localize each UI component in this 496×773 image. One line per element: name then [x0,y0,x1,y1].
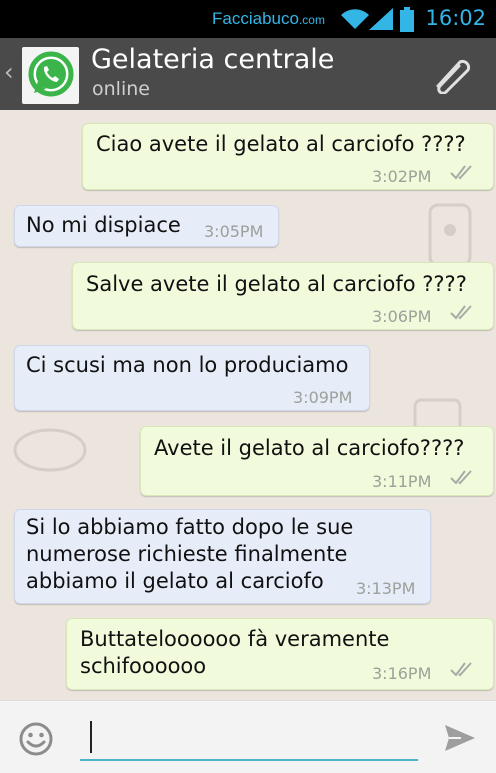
paperclip-icon[interactable] [430,54,474,94]
message-text-line: abbiamo il gelato al carciofo [26,569,324,593]
message-text: Ci scusi ma non lo produciamo [26,353,349,377]
whatsapp-logo-icon [28,51,74,97]
chat-screen: Facciabuco.com 16:02 ‹ Gelateria central… [0,0,496,773]
message-time: 3:13PM [356,579,416,598]
message-bubble-outgoing[interactable]: Avete il gelato al carciofo???? 3:11PM [140,426,494,496]
double-check-icon [450,165,472,180]
contact-name[interactable]: Gelateria centrale [91,44,334,75]
message-time: 3:02PM [372,167,432,186]
message-time: 3:05PM [204,222,264,241]
message-time: 3:11PM [372,472,432,491]
message-text-line: Buttateloooooo fà veramente [80,627,390,651]
text-caret [90,721,92,753]
message-bubble-incoming[interactable]: Si lo abbiamo fatto dopo le sue numerose… [14,509,431,604]
message-time: 3:06PM [372,307,432,326]
message-text: Ciao avete il gelato al carciofo ???? [96,132,466,156]
message-bubble-outgoing[interactable]: Buttateloooooo fà veramente schifoooooo … [66,618,494,690]
smiley-icon[interactable] [18,721,54,757]
message-text: Avete il gelato al carciofo???? [154,436,465,460]
message-text-line: schifoooooo [80,654,207,678]
message-time: 3:09PM [293,388,353,407]
message-text-line: numerose richieste finalmente [26,542,348,566]
message-text: Salve avete il gelato al carciofo ???? [86,272,467,296]
signal-icon [369,8,393,30]
message-bubble-incoming[interactable]: No mi dispiace 3:05PM [14,205,279,247]
background-doodle-icon [13,428,87,472]
contact-avatar[interactable] [22,47,79,104]
message-time: 3:16PM [372,664,432,683]
double-check-icon [450,470,472,485]
message-bubble-outgoing[interactable]: Ciao avete il gelato al carciofo ???? 3:… [82,123,494,190]
message-input[interactable] [80,717,418,761]
chat-header: ‹ Gelateria centrale online [0,38,496,110]
double-check-icon [450,662,472,677]
message-bubble-incoming[interactable]: Ci scusi ma non lo produciamo 3:09PM [14,345,370,411]
send-icon[interactable] [443,722,477,754]
contact-status: online [92,78,150,100]
double-check-icon [450,305,472,320]
message-text-line: Si lo abbiamo fatto dopo le sue [26,515,354,539]
back-chevron-icon[interactable]: ‹ [4,58,14,86]
wifi-icon [341,9,369,29]
battery-icon [400,7,414,32]
message-bubble-outgoing[interactable]: Salve avete il gelato al carciofo ???? 3… [72,262,494,330]
status-bar: Facciabuco.com 16:02 [0,0,496,38]
message-list[interactable]: Ciao avete il gelato al carciofo ???? 3:… [0,110,496,700]
compose-bar [0,700,496,773]
message-text: No mi dispiace [26,213,181,237]
status-clock: 16:02 [425,6,486,30]
watermark-brand: Facciabuco.com [212,9,325,28]
